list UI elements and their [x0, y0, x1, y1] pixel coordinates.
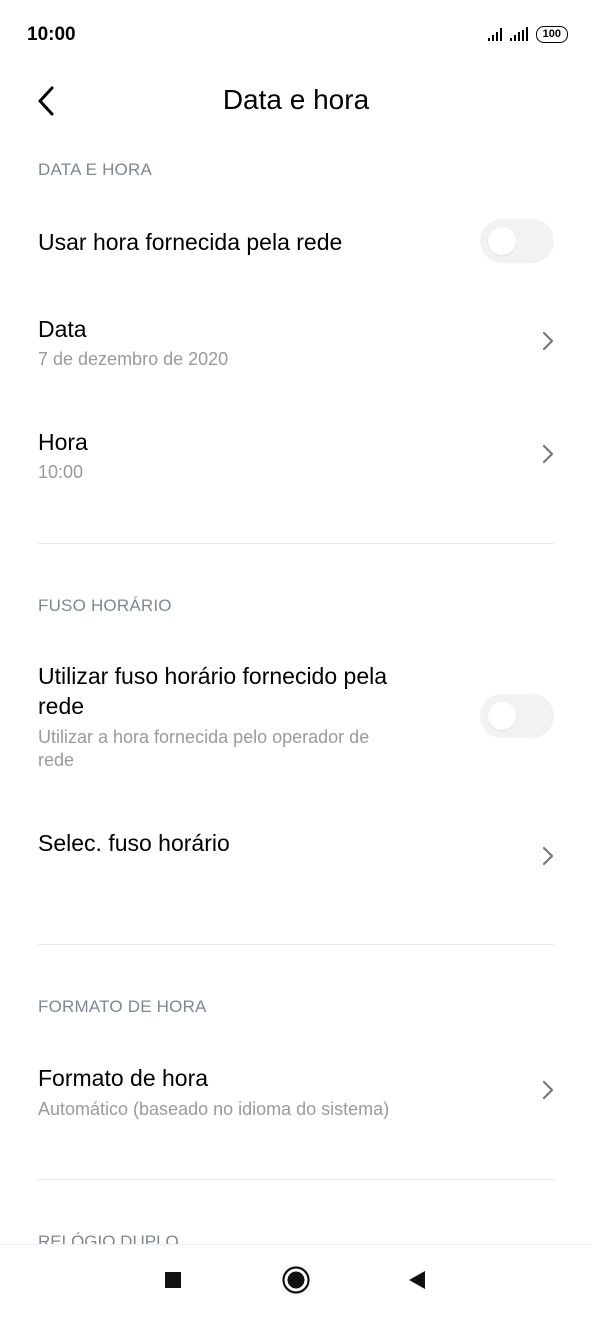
chevron-right-icon [542, 846, 554, 866]
back-nav-button[interactable] [404, 1267, 430, 1293]
recents-square-icon [165, 1272, 181, 1288]
network-timezone-toggle[interactable] [480, 694, 554, 738]
date-title: Data [38, 316, 87, 342]
divider [38, 944, 554, 945]
status-icons: 100 [487, 24, 568, 44]
date-row[interactable]: Data 7 de dezembro de 2020 [0, 300, 592, 390]
page-title: Data e hora [222, 84, 370, 115]
battery-icon: 100 [535, 25, 568, 43]
select-timezone-title: Selec. fuso horário [38, 830, 230, 856]
divider [38, 543, 554, 544]
home-circle-icon [282, 1266, 310, 1294]
signal-icon [509, 27, 528, 41]
network-timezone-title-line1: Utilizar fuso horário fornecido pela [38, 663, 388, 689]
recents-button[interactable] [160, 1267, 186, 1293]
section-label-date-time: DATA E HORA [38, 160, 152, 179]
network-timezone-subtitle-line2: rede [38, 750, 75, 770]
section-label-timezone: FUSO HORÁRIO [38, 596, 172, 615]
status-bar: 10:00 100 [0, 0, 592, 70]
network-time-row[interactable]: Usar hora fornecida pela rede [0, 200, 592, 284]
network-timezone-subtitle-line1: Utilizar a hora fornecida pelo operador … [38, 727, 370, 747]
status-time: 10:00 [27, 24, 76, 45]
time-format-title: Formato de hora [38, 1065, 209, 1091]
section-label-dual-clock: RELÓGIO DUPLO [38, 1232, 179, 1244]
section-label-time-format: FORMATO DE HORA [38, 997, 207, 1016]
toggle-knob [488, 227, 516, 255]
divider [38, 1179, 554, 1180]
select-timezone-row[interactable]: Selec. fuso horário [0, 810, 592, 910]
network-timezone-row[interactable]: Utilizar fuso horário fornecido pela red… [0, 650, 592, 780]
toggle-knob [488, 702, 516, 730]
signal-icon [487, 27, 502, 41]
network-time-toggle[interactable] [480, 219, 554, 263]
time-row[interactable]: Hora 10:00 [0, 413, 592, 503]
chevron-right-icon [542, 444, 554, 464]
chevron-right-icon [542, 331, 554, 351]
network-time-title: Usar hora fornecida pela rede [38, 229, 343, 255]
date-value: 7 de dezembro de 2020 [38, 349, 229, 369]
home-button[interactable] [281, 1265, 311, 1295]
time-format-value: Automático (baseado no idioma do sistema… [38, 1099, 390, 1119]
navigation-bar [0, 1244, 592, 1317]
chevron-right-icon [542, 1080, 554, 1100]
time-format-row[interactable]: Formato de hora Automático (baseado no i… [0, 1050, 592, 1140]
header: Data e hora [0, 70, 592, 130]
network-timezone-title-line2: rede [38, 693, 85, 719]
back-triangle-icon [409, 1271, 425, 1289]
time-title: Hora [38, 429, 88, 455]
time-value: 10:00 [38, 462, 84, 482]
